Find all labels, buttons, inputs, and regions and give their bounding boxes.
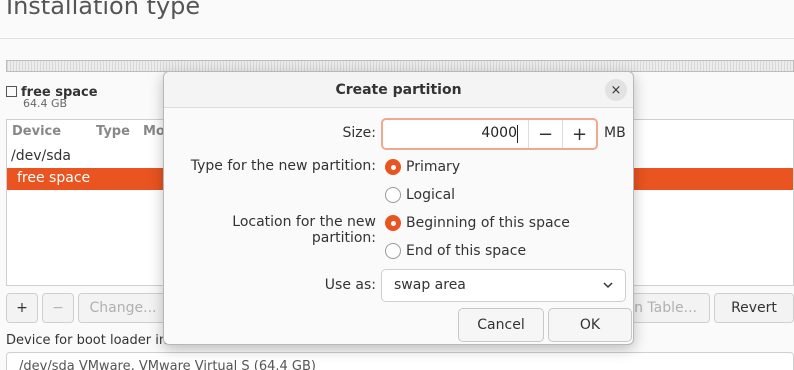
use-as-dropdown[interactable]: swap area [381, 269, 626, 302]
change-button[interactable]: Change... [78, 293, 168, 323]
radio-selected-icon[interactable] [385, 159, 401, 175]
radio-beginning[interactable]: Beginning of this space [385, 215, 570, 231]
radio-primary[interactable]: Primary [385, 159, 460, 175]
radio-selected-icon[interactable] [385, 215, 401, 231]
legend-size: 64.4 GB [23, 97, 68, 110]
size-input[interactable]: 4000 − + [381, 118, 598, 150]
size-label: Size: [342, 125, 376, 141]
column-header-device[interactable]: Device [12, 124, 61, 139]
page-title: Installation type [6, 0, 201, 20]
size-unit: MB [604, 125, 626, 141]
column-header-mount[interactable]: Mo [143, 124, 165, 139]
location-label: Location for the new partition: [232, 214, 376, 246]
column-header-type[interactable]: Type [96, 124, 130, 139]
create-partition-dialog: Create partition × Size: 4000 − + MB Typ… [163, 71, 634, 345]
use-as-label: Use as: [324, 277, 376, 293]
close-icon[interactable]: × [605, 79, 627, 101]
dialog-title: Create partition [335, 82, 462, 98]
divider [0, 38, 794, 39]
decrement-button[interactable]: − [528, 120, 562, 148]
boot-loader-select[interactable]: /dev/sda VMware, VMware Virtual S (64.4 … [6, 352, 794, 370]
size-value[interactable]: 4000 [391, 125, 517, 141]
cancel-button[interactable]: Cancel [458, 308, 544, 342]
remove-partition-button[interactable]: − [42, 293, 74, 323]
ok-button[interactable]: OK [548, 308, 632, 342]
table-row[interactable]: /dev/sda [11, 148, 71, 164]
add-partition-button[interactable]: + [6, 293, 38, 323]
type-label: Type for the new partition: [190, 158, 376, 174]
dialog-header: Create partition × [164, 72, 633, 108]
revert-button[interactable]: Revert [714, 293, 794, 323]
radio-beginning-label: Beginning of this space [406, 215, 570, 231]
legend-swatch [6, 86, 17, 97]
radio-logical[interactable]: Logical [385, 187, 455, 203]
radio-end[interactable]: End of this space [385, 243, 526, 259]
boot-loader-value: /dev/sda VMware, VMware Virtual S (64.4 … [19, 359, 316, 370]
use-as-value: swap area [394, 277, 466, 293]
radio-primary-label: Primary [406, 159, 461, 175]
chevron-down-icon [603, 282, 613, 289]
text-caret [517, 125, 518, 143]
radio-end-label: End of this space [406, 243, 527, 259]
increment-button[interactable]: + [562, 120, 596, 148]
radio-unselected-icon[interactable] [385, 243, 401, 259]
radio-logical-label: Logical [406, 187, 456, 203]
radio-unselected-icon[interactable] [385, 187, 401, 203]
row-label: free space [17, 170, 91, 186]
